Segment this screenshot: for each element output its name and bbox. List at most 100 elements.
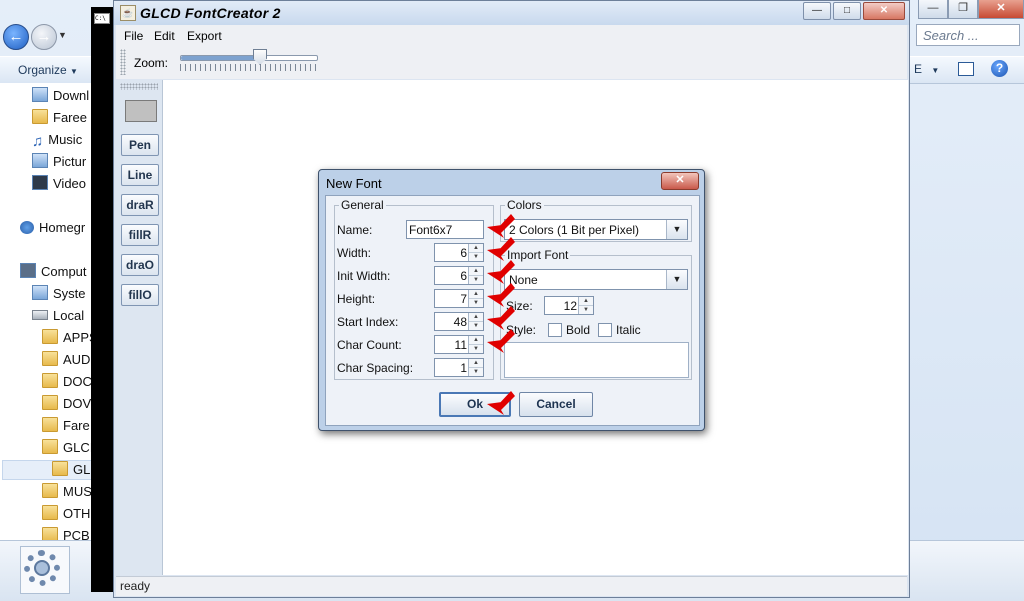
minimize-icon[interactable]: — <box>803 2 831 20</box>
tree-item-mus[interactable]: MUS <box>42 482 92 502</box>
tree-item-label: Homegr <box>39 220 86 235</box>
tree-item-downloads[interactable]: Downl <box>32 86 89 106</box>
tree-item-gl-selected[interactable]: GL <box>52 460 90 480</box>
colors-legend: Colors <box>507 198 542 212</box>
toolbar-grip[interactable] <box>120 49 126 75</box>
tree-item-label: OTH <box>63 506 91 521</box>
tree-item-doc[interactable]: DOC <box>42 372 92 392</box>
tree-item-local[interactable]: Local <box>32 306 84 326</box>
width-spinner[interactable]: 6 ▲ ▼ <box>434 243 484 262</box>
tree-item-pictures[interactable]: Pictur <box>32 152 86 172</box>
char-count-spinner[interactable]: 11 ▲ ▼ <box>434 335 484 354</box>
java-icon: ☕ <box>120 5 136 21</box>
tree-item-label: Faree <box>53 110 87 125</box>
spinner-down-icon[interactable]: ▼ <box>469 253 483 261</box>
menu-file[interactable]: File <box>124 29 143 43</box>
height-label: Height: <box>337 292 376 306</box>
chevron-down-icon[interactable]: ▼ <box>666 270 687 289</box>
name-field[interactable]: Font6x7 <box>406 220 484 239</box>
spinner-up-icon[interactable]: ▲ <box>469 267 483 276</box>
bold-label: Bold <box>566 323 591 337</box>
fill-oval-tool-button[interactable]: fillO <box>121 284 159 306</box>
forward-arrow-icon[interactable]: → <box>31 24 57 50</box>
spinner-down-icon[interactable]: ▼ <box>469 345 483 353</box>
fill-rect-tool-button[interactable]: fillR <box>121 224 159 246</box>
toolbar-grip[interactable] <box>120 83 158 90</box>
dialog-body: General Name: Font6x7 Width: 6 ▲ ▼ Init W… <box>325 195 700 426</box>
new-font-dialog: New Font ✕ General Name: Font6x7 Width: … <box>318 169 705 431</box>
spinner-up-icon[interactable]: ▲ <box>469 336 483 345</box>
spinner-down-icon[interactable]: ▼ <box>579 306 593 314</box>
tree-item-system[interactable]: Syste <box>32 284 86 304</box>
import-font-value: None <box>509 273 538 287</box>
tree-item-oth[interactable]: OTH <box>42 504 90 524</box>
font-preview-box <box>504 342 689 378</box>
pen-tool-button[interactable]: Pen <box>121 134 159 156</box>
draw-oval-tool-button[interactable]: draO <box>121 254 159 276</box>
console-window: C:\ <box>91 7 113 592</box>
spinner-down-icon[interactable]: ▼ <box>469 368 483 376</box>
chevron-down-icon: ▼ <box>931 66 940 75</box>
tree-item-label: Comput <box>41 264 87 279</box>
height-spinner[interactable]: 7 ▲ ▼ <box>434 289 484 308</box>
close-icon[interactable]: ✕ <box>978 0 1024 19</box>
size-spinner[interactable]: 12 ▲ ▼ <box>544 296 594 315</box>
maximize-icon[interactable]: □ <box>833 2 861 20</box>
bold-checkbox[interactable] <box>548 323 562 337</box>
spinner-down-icon[interactable]: ▼ <box>469 322 483 330</box>
spinner-up-icon[interactable]: ▲ <box>579 297 593 306</box>
draw-rect-tool-button[interactable]: draR <box>121 194 159 216</box>
init-width-spinner[interactable]: 6 ▲ ▼ <box>434 266 484 285</box>
help-icon[interactable]: ? <box>991 60 1008 77</box>
spinner-down-icon[interactable]: ▼ <box>469 299 483 307</box>
tree-item-fare[interactable]: Fare <box>42 416 90 436</box>
colors-dropdown[interactable]: 2 Colors (1 Bit per Pixel) ▼ <box>504 219 688 240</box>
tree-item-videos[interactable]: Video <box>32 174 86 194</box>
tree-item-homegroup[interactable]: Homegr <box>20 218 85 238</box>
history-dropdown-icon[interactable]: ▼ <box>58 30 67 40</box>
back-arrow-icon[interactable]: ← <box>3 24 29 50</box>
color-swatch[interactable] <box>125 100 157 122</box>
start-index-spinner[interactable]: 48 ▲ ▼ <box>434 312 484 331</box>
tree-item-aud[interactable]: AUD <box>42 350 90 370</box>
chevron-down-icon: ▼ <box>70 67 78 76</box>
explorer-search-input[interactable]: Search ... <box>916 24 1020 46</box>
tree-item-apps[interactable]: APPS <box>42 328 98 348</box>
char-spacing-spinner[interactable]: 1 ▲ ▼ <box>434 358 484 377</box>
close-icon[interactable]: ✕ <box>863 2 905 20</box>
chevron-down-icon[interactable]: ▼ <box>666 220 687 239</box>
restore-icon[interactable]: ❐ <box>948 0 978 19</box>
tree-item-computer[interactable]: Comput <box>20 262 87 282</box>
tree-item-music[interactable]: ♫ Music <box>32 130 82 150</box>
zoom-slider[interactable] <box>180 55 318 61</box>
line-tool-button[interactable]: Line <box>121 164 159 186</box>
view-options-button[interactable]: E ▼ <box>914 62 939 76</box>
cancel-button[interactable]: Cancel <box>519 392 593 417</box>
spinner-down-icon[interactable]: ▼ <box>469 276 483 284</box>
zoom-slider-thumb[interactable] <box>253 49 267 65</box>
ok-button[interactable]: Ok <box>439 392 511 417</box>
minimize-icon[interactable]: — <box>918 0 948 19</box>
spinner-up-icon[interactable]: ▲ <box>469 290 483 299</box>
name-label: Name: <box>337 223 373 237</box>
spinner-up-icon[interactable]: ▲ <box>469 359 483 368</box>
import-font-dropdown[interactable]: None ▼ <box>504 269 688 290</box>
init-width-label: Init Width: <box>337 269 391 283</box>
tree-item-fareed[interactable]: Faree <box>32 108 87 128</box>
tree-item-label: Music <box>48 132 83 147</box>
menu-export[interactable]: Export <box>187 29 222 43</box>
tree-item-label: GL <box>73 462 91 477</box>
tree-item-glcd[interactable]: GLCI <box>42 438 93 458</box>
spinner-up-icon[interactable]: ▲ <box>469 313 483 322</box>
tree-item-label: Syste <box>53 286 86 301</box>
italic-checkbox[interactable] <box>598 323 612 337</box>
preview-pane-icon[interactable] <box>958 62 974 76</box>
menu-bar: File Edit Export <box>116 25 907 48</box>
organize-button[interactable]: Organize ▼ <box>18 63 78 77</box>
tool-panel: Pen Line draR fillR draO fillO <box>116 80 163 575</box>
init-width-value: 6 <box>460 269 467 283</box>
menu-edit[interactable]: Edit <box>154 29 175 43</box>
tree-item-dov[interactable]: DOV <box>42 394 91 414</box>
close-icon[interactable]: ✕ <box>661 172 699 190</box>
spinner-up-icon[interactable]: ▲ <box>469 244 483 253</box>
